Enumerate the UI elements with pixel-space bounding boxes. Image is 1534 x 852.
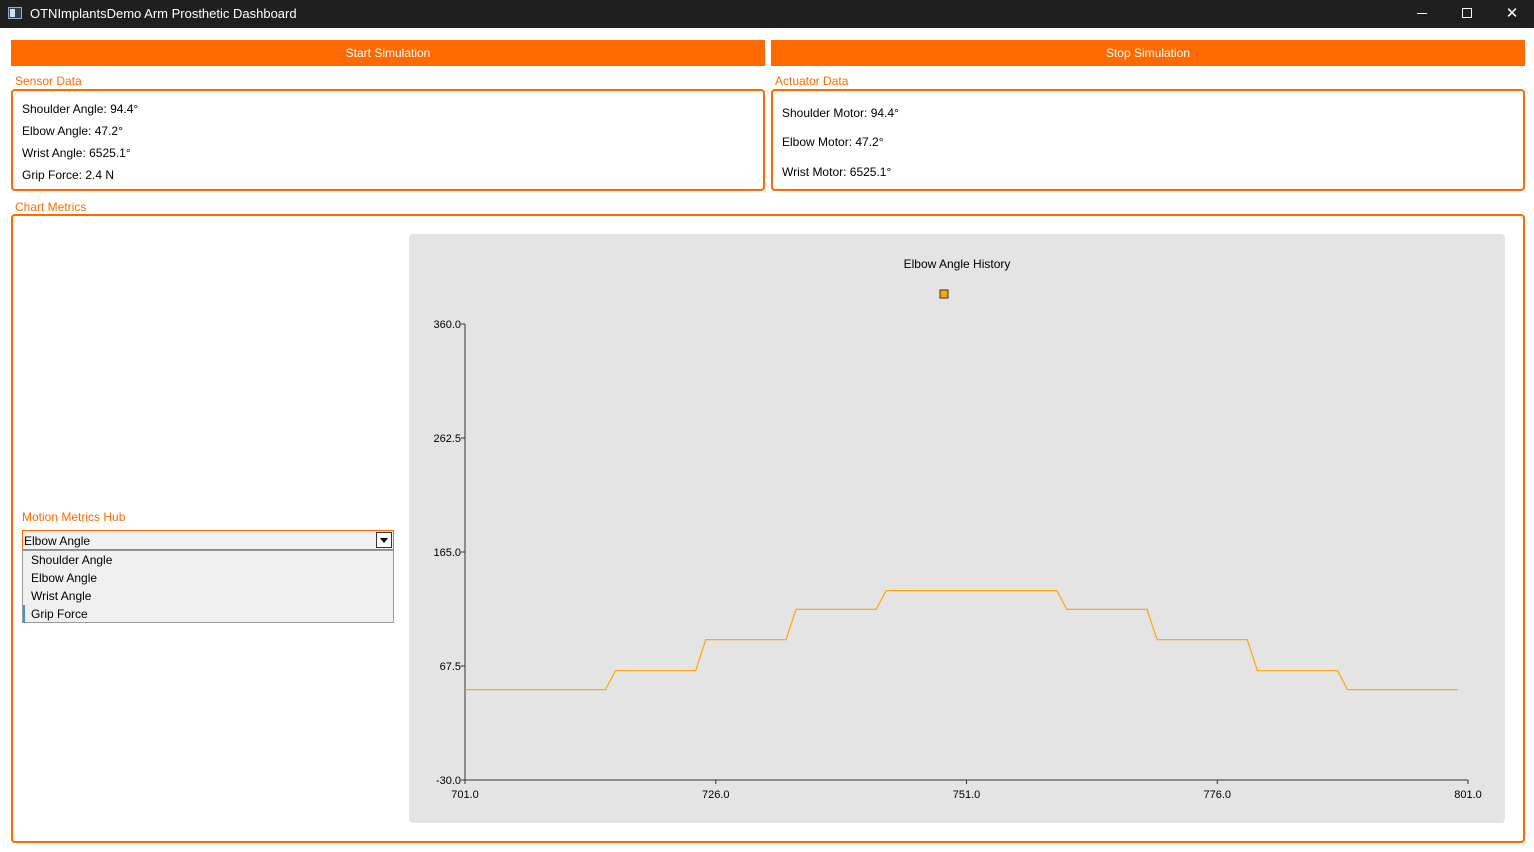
y-tick-label: 67.5	[440, 661, 461, 673]
actuator-group: Shoulder Motor: 94.4° Elbow Motor: 47.2°…	[771, 89, 1525, 191]
y-tick-label: -30.0	[436, 775, 461, 787]
x-tick-label: 801.0	[1454, 789, 1482, 801]
option-elbow-angle[interactable]: Elbow Angle	[23, 569, 393, 587]
shoulder-motor-reading: Shoulder Motor: 94.4°	[782, 106, 899, 120]
x-tick-label: 776.0	[1203, 789, 1231, 801]
legend-marker	[939, 289, 949, 299]
y-tick-label: 165.0	[433, 547, 461, 559]
metric-select-value: Elbow Angle	[24, 534, 91, 548]
chevron-down-icon[interactable]	[376, 532, 392, 548]
option-wrist-angle[interactable]: Wrist Angle	[23, 587, 393, 605]
x-tick-label: 726.0	[702, 789, 730, 801]
series-line	[465, 590, 1458, 691]
chart-metrics-label: Chart Metrics	[15, 200, 87, 214]
option-grip-force[interactable]: Grip Force	[23, 605, 393, 623]
minimize-button[interactable]	[1399, 0, 1445, 28]
option-shoulder-angle[interactable]: Shoulder Angle	[23, 551, 393, 569]
y-tick-label: 360.0	[433, 319, 461, 331]
elbow-angle-chart: Elbow Angle History 360.0 262.5 165.0 67.5 -3…	[433, 257, 1482, 801]
minimize-icon	[1417, 13, 1427, 14]
maximize-button[interactable]	[1444, 0, 1490, 28]
metric-select[interactable]: Elbow Angle	[22, 530, 394, 550]
x-tick-label: 701.0	[451, 789, 479, 801]
stop-simulation-button[interactable]: Stop Simulation	[771, 40, 1525, 66]
chart-panel: Elbow Angle History 360.0 262.5 165.0 67.5 -3…	[409, 234, 1505, 823]
motion-metrics-label: Motion Metrics Hub	[22, 510, 126, 524]
actuator-group-label: Actuator Data	[775, 74, 849, 88]
chart-title: Elbow Angle History	[904, 257, 1011, 271]
app-icon	[8, 7, 22, 19]
start-simulation-button[interactable]: Start Simulation	[11, 40, 765, 66]
wrist-motor-reading: Wrist Motor: 6525.1°	[782, 165, 892, 179]
y-tick-label: 262.5	[433, 433, 461, 445]
sensor-group: Shoulder Angle: 94.4° Elbow Angle: 47.2°…	[11, 89, 765, 191]
maximize-icon	[1462, 8, 1472, 18]
title-bar: OTNImplantsDemo Arm Prosthetic Dashboard…	[0, 0, 1534, 28]
metric-dropdown-list: Shoulder Angle Elbow Angle Wrist Angle G…	[22, 550, 394, 623]
elbow-angle-reading: Elbow Angle: 47.2°	[22, 124, 123, 138]
grip-force-reading: Grip Force: 2.4 N	[22, 168, 115, 182]
x-tick-label: 751.0	[953, 789, 981, 801]
sensor-group-label: Sensor Data	[15, 74, 82, 88]
wrist-angle-reading: Wrist Angle: 6525.1°	[22, 146, 131, 160]
close-icon: ✕	[1505, 5, 1519, 22]
elbow-motor-reading: Elbow Motor: 47.2°	[782, 135, 884, 149]
close-button[interactable]: ✕	[1489, 0, 1534, 28]
shoulder-angle-reading: Shoulder Angle: 94.4°	[22, 102, 139, 116]
window-title: OTNImplantsDemo Arm Prosthetic Dashboard	[30, 6, 297, 21]
